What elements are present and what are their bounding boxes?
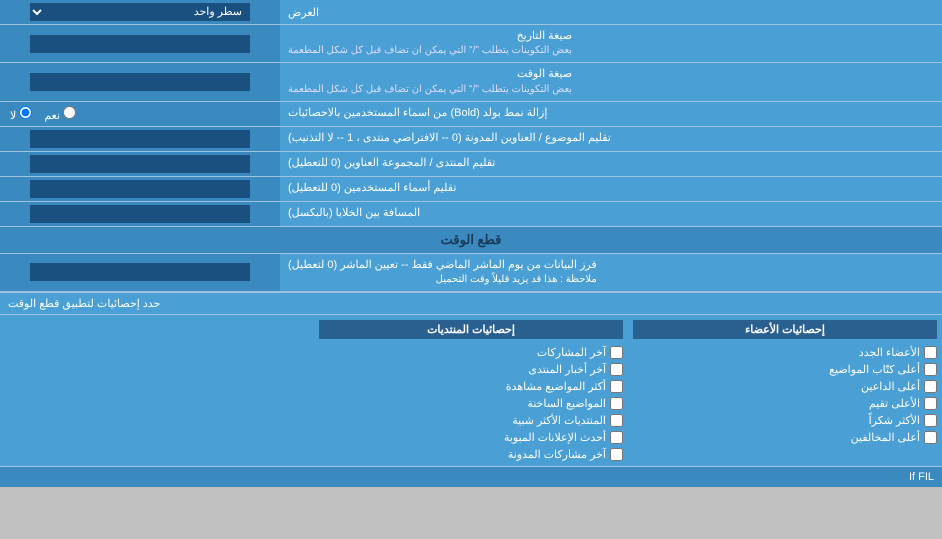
date-format-title: صيغة التاريخ: [288, 29, 572, 44]
checkbox-top-inviters[interactable]: [924, 380, 937, 393]
checkbox-item-top-inviters: أعلى الداعين: [633, 380, 937, 393]
realtime-fetch-note: ملاحظة : هذا قد يزيد قليلاً وقت التحميل: [288, 273, 597, 287]
checkbox-item-last-posts: آخر المشاركات: [319, 346, 623, 359]
stats-members-header: إحصائيات الأعضاء: [633, 320, 937, 339]
checkbox-top-rated[interactable]: [924, 397, 937, 410]
stats-members-col: إحصائيات الأعضاء الأعضاء الجدد أعلى كتّا…: [633, 320, 937, 461]
forum-trim-input[interactable]: 33: [30, 155, 250, 173]
topic-trim-label: تقليم الموضوع / العناوين المدونة (0 -- ا…: [280, 127, 942, 151]
username-trim-row: تقليم أسماء المستخدمين (0 للتعطيل) 0: [0, 177, 942, 202]
username-trim-input[interactable]: 0: [30, 180, 250, 198]
time-format-sublabel: بعض التكوينات يتطلب "/" التي يمكن ان تضا…: [288, 83, 572, 97]
realtime-fetch-row: فرز البيانات من يوم الماشر الماضي فقط --…: [0, 254, 942, 292]
main-container: العرض سطر واحد سطرين ثلاثة أسطر صيغة الت…: [0, 0, 942, 487]
checkbox-last-posts[interactable]: [610, 346, 623, 359]
topic-trim-row: تقليم الموضوع / العناوين المدونة (0 -- ا…: [0, 127, 942, 152]
checkbox-item-top-violators: أعلى المخالفين: [633, 431, 937, 444]
checkbox-item-top-authors: أعلى كتّاب المواضيع: [633, 363, 937, 376]
checkbox-most-thanked[interactable]: [924, 414, 937, 427]
checkbox-item-most-thanked: الأكثر شكراً: [633, 414, 937, 427]
checkbox-top-authors[interactable]: [924, 363, 937, 376]
checkbox-most-viewed[interactable]: [610, 380, 623, 393]
date-format-input[interactable]: d-m: [30, 35, 250, 53]
forum-trim-input-cell: 33: [0, 152, 280, 176]
checkbox-item-most-similar: المنتديات الأكثر شبية: [319, 414, 623, 427]
checkbox-new-members[interactable]: [924, 346, 937, 359]
checkbox-item-hot-topics: المواضيع الساخنة: [319, 397, 623, 410]
realtime-section-header: قطع الوقت: [0, 227, 942, 254]
checkbox-item-new-members: الأعضاء الجدد: [633, 346, 937, 359]
bold-remove-row: إزالة نمط بولد (Bold) من اسماء المستخدمي…: [0, 102, 942, 127]
date-format-label: صيغة التاريخ بعض التكوينات يتطلب "/" الت…: [280, 25, 942, 62]
bold-remove-input-cell: نعم لا: [0, 102, 280, 126]
stats-empty-col: [5, 320, 309, 461]
checkbox-hot-topics[interactable]: [610, 397, 623, 410]
cell-spacing-input-cell: 2: [0, 202, 280, 226]
topic-trim-input[interactable]: 33: [30, 130, 250, 148]
checkbox-most-similar[interactable]: [610, 414, 623, 427]
bold-no-label: لا: [10, 106, 32, 122]
forum-trim-label: تقليم المنتدى / المجموعة العناوين (0 للت…: [280, 152, 942, 176]
username-trim-label: تقليم أسماء المستخدمين (0 للتعطيل): [280, 177, 942, 201]
time-format-input-cell: H:i: [0, 63, 280, 100]
display-mode-cell: سطر واحد سطرين ثلاثة أسطر: [0, 0, 280, 24]
bold-yes-label: نعم: [44, 106, 76, 122]
checkboxes-section: إحصائيات الأعضاء الأعضاء الجدد أعلى كتّا…: [0, 315, 942, 466]
display-label: العرض: [280, 0, 942, 24]
checkbox-item-blog-posts: آخر مشاركات المدونة: [319, 448, 623, 461]
realtime-fetch-title: فرز البيانات من يوم الماشر الماضي فقط --…: [288, 258, 597, 273]
checkbox-item-top-rated: الأعلى تقيم: [633, 397, 937, 410]
time-format-input[interactable]: H:i: [30, 73, 250, 91]
display-mode-select[interactable]: سطر واحد سطرين ثلاثة أسطر: [30, 3, 250, 21]
cell-spacing-input[interactable]: 2: [30, 205, 250, 223]
stats-forums-header: إحصائيات المنتديات: [319, 320, 623, 339]
time-format-row: صيغة الوقت بعض التكوينات يتطلب "/" التي …: [0, 63, 942, 101]
checkbox-item-forum-news: آخر أخبار المنتدى: [319, 363, 623, 376]
bold-no-radio[interactable]: [19, 106, 32, 119]
stats-apply-label: حدد إحصائيات لتطبيق قطع الوقت: [0, 293, 942, 314]
cell-spacing-label: المسافة بين الخلايا (بالبكسل): [280, 202, 942, 226]
time-format-label: صيغة الوقت بعض التكوينات يتطلب "/" التي …: [280, 63, 942, 100]
date-format-input-cell: d-m: [0, 25, 280, 62]
topic-trim-input-cell: 33: [0, 127, 280, 151]
bottom-bar: If FIL: [0, 466, 942, 487]
realtime-fetch-input-cell: 0: [0, 254, 280, 291]
checkbox-classifieds[interactable]: [610, 431, 623, 444]
checkbox-top-violators[interactable]: [924, 431, 937, 444]
cell-spacing-row: المسافة بين الخلايا (بالبكسل) 2: [0, 202, 942, 227]
time-format-title: صيغة الوقت: [288, 67, 572, 82]
header-row: العرض سطر واحد سطرين ثلاثة أسطر: [0, 0, 942, 25]
date-format-row: صيغة التاريخ بعض التكوينات يتطلب "/" الت…: [0, 25, 942, 63]
checkbox-item-classifieds: أحدث الإعلانات المبوبة: [319, 431, 623, 444]
bold-yes-radio[interactable]: [63, 106, 76, 119]
checkbox-forum-news[interactable]: [610, 363, 623, 376]
forum-trim-row: تقليم المنتدى / المجموعة العناوين (0 للت…: [0, 152, 942, 177]
stats-apply-row: حدد إحصائيات لتطبيق قطع الوقت: [0, 292, 942, 315]
bottom-text: If FIL: [909, 471, 934, 483]
checkbox-item-most-viewed: أكثر المواضيع مشاهدة: [319, 380, 623, 393]
stats-forums-col: إحصائيات المنتديات آخر المشاركات آخر أخب…: [319, 320, 623, 461]
realtime-fetch-label: فرز البيانات من يوم الماشر الماضي فقط --…: [280, 254, 942, 291]
checkbox-blog-posts[interactable]: [610, 448, 623, 461]
username-trim-input-cell: 0: [0, 177, 280, 201]
date-format-sublabel: بعض التكوينات يتطلب "/" التي يمكن ان تضا…: [288, 44, 572, 58]
realtime-fetch-input[interactable]: 0: [30, 263, 250, 281]
bold-remove-label: إزالة نمط بولد (Bold) من اسماء المستخدمي…: [280, 102, 942, 126]
